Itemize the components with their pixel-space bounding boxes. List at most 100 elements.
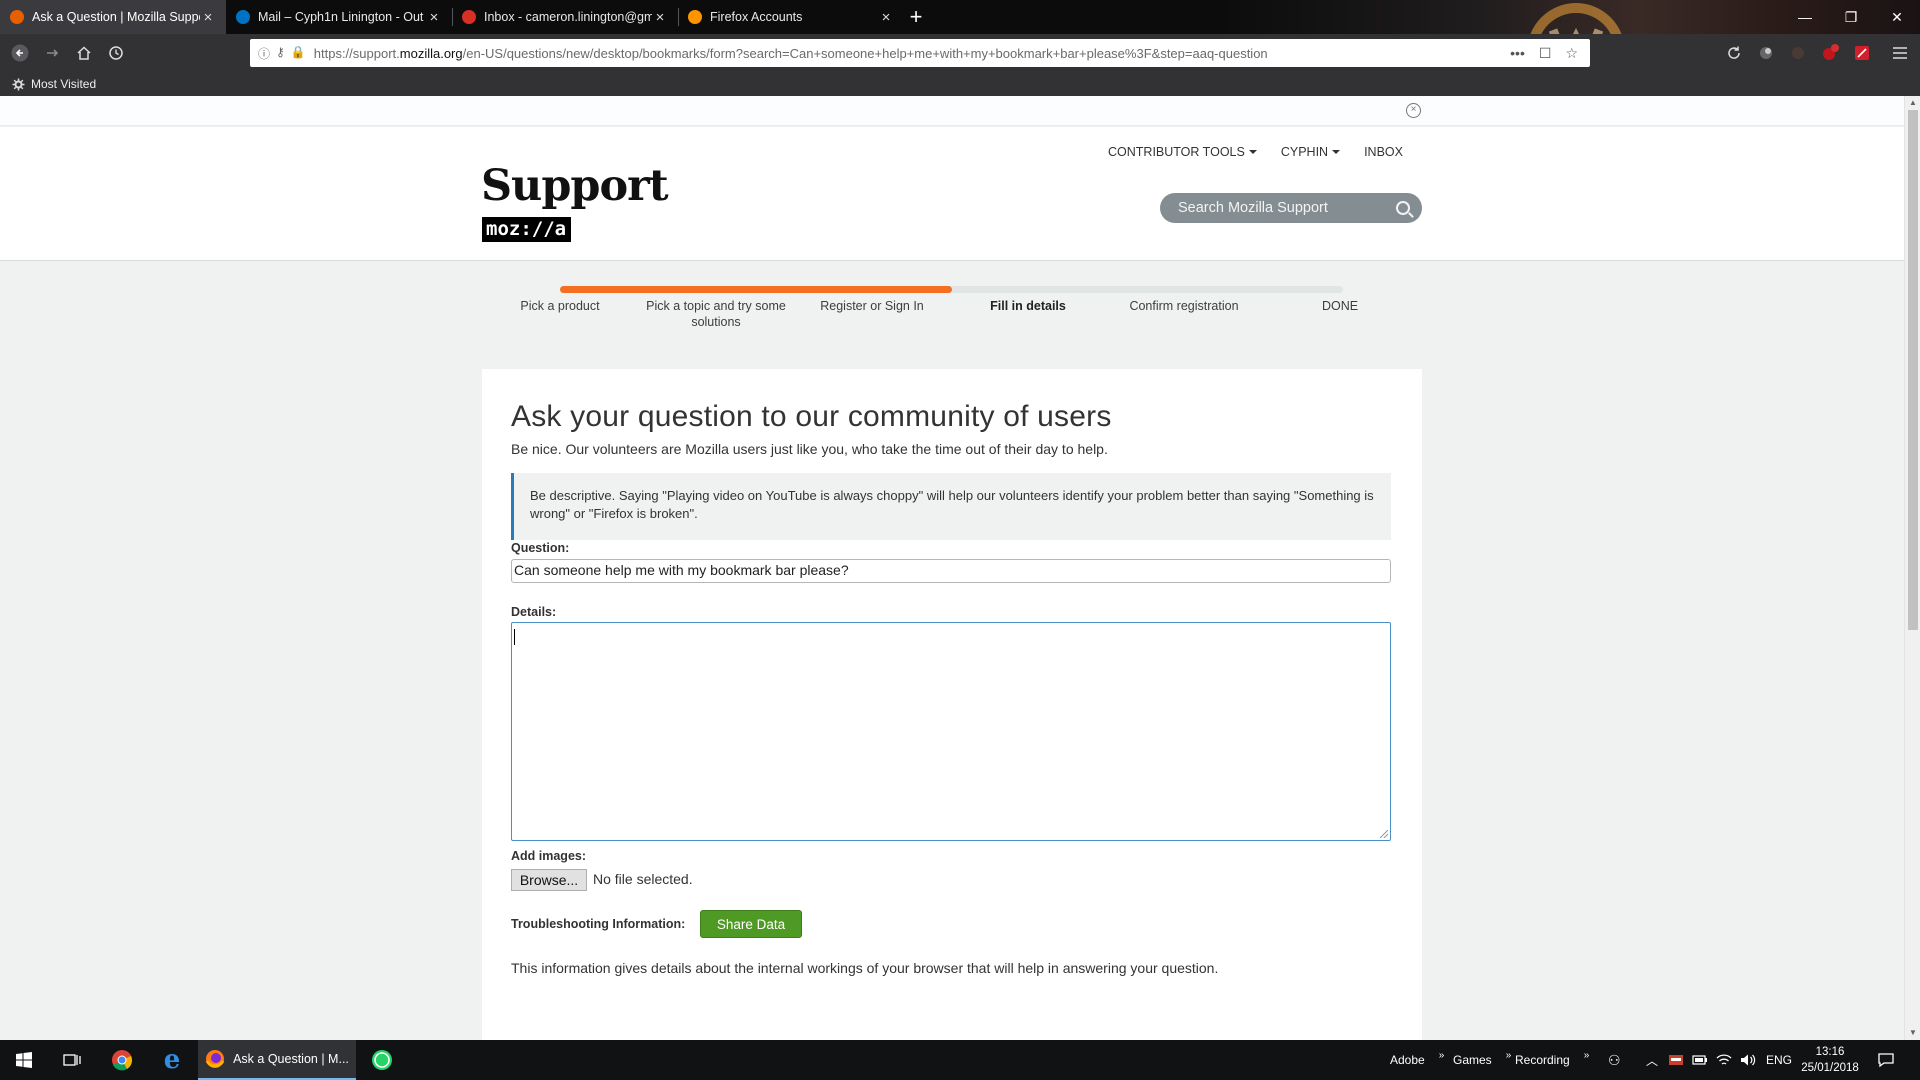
battery-icon[interactable] — [1692, 1040, 1708, 1080]
user-menu[interactable]: CYPHIN — [1281, 145, 1340, 159]
close-window-button[interactable]: ✕ — [1874, 0, 1920, 34]
restore-button[interactable]: ❐ — [1828, 0, 1874, 34]
volume-icon[interactable] — [1740, 1040, 1756, 1080]
input-language[interactable]: ENG — [1766, 1040, 1792, 1080]
taskbar-window-title: Ask a Question | M... — [233, 1052, 349, 1066]
search-icon[interactable] — [1396, 201, 1410, 215]
task-view-icon[interactable] — [52, 1040, 92, 1080]
people-icon[interactable]: ⚇ — [1608, 1040, 1621, 1080]
taskbar-firefox-window[interactable]: Ask a Question | M... — [198, 1040, 356, 1080]
scroll-down-icon[interactable]: ▼ — [1905, 1026, 1920, 1040]
progress-step: Register or Sign In — [820, 299, 924, 313]
whatsapp-icon[interactable] — [362, 1040, 402, 1080]
tab-close-icon[interactable]: × — [652, 9, 668, 26]
mozilla-logo[interactable]: moz://a — [482, 217, 572, 242]
tab-close-icon[interactable]: × — [426, 9, 442, 26]
url-text[interactable]: https://support.mozilla.org/en-US/questi… — [314, 46, 1510, 61]
bookmarks-toolbar: Most Visited — [0, 72, 1920, 96]
bookmark-star-icon[interactable]: ☆ — [1565, 45, 1578, 62]
secure-lock-icon: 🔒 — [290, 44, 306, 59]
question-form-card: Ask your question to our community of us… — [482, 369, 1422, 1040]
tab-title: Ask a Question | Mozilla Suppo — [32, 10, 200, 24]
show-hidden-icons-icon[interactable]: ︿ — [1646, 1040, 1658, 1080]
progress-step: Pick a topic and try some solutions — [646, 299, 786, 329]
tray-app-icon[interactable] — [1668, 1040, 1684, 1080]
extension-icon[interactable] — [1752, 40, 1780, 66]
close-notice-icon[interactable]: × — [1406, 103, 1421, 118]
tab-close-icon[interactable]: × — [878, 9, 894, 26]
scroll-up-icon[interactable]: ▲ — [1905, 96, 1920, 110]
chevron-right-icon: » — [1438, 1049, 1445, 1061]
browser-tab[interactable]: Ask a Question | Mozilla Suppo × — [0, 0, 226, 34]
tray-adobe[interactable]: Adobe » — [1390, 1040, 1444, 1080]
browser-tab[interactable]: Mail – Cyph1n Linington - Out × — [226, 0, 452, 34]
edge-icon[interactable]: e — [152, 1040, 192, 1080]
most-visited-label: Most Visited — [31, 77, 97, 91]
tray-recording[interactable]: Recording » — [1515, 1040, 1589, 1080]
gear-icon — [12, 78, 25, 90]
action-center-icon[interactable] — [1878, 1040, 1894, 1080]
tab-separator — [452, 8, 453, 26]
tray-adobe-label: Adobe — [1390, 1053, 1425, 1067]
reload-icon[interactable] — [1720, 40, 1748, 66]
most-visited-bookmark[interactable]: Most Visited — [12, 77, 96, 91]
chrome-icon[interactable] — [102, 1040, 142, 1080]
pocket-icon[interactable]: ☐ — [1539, 45, 1552, 62]
scroll-thumb[interactable] — [1908, 110, 1918, 630]
chevron-right-icon: » — [1505, 1049, 1512, 1061]
support-logo[interactable]: Support — [481, 161, 669, 211]
chevron-right-icon: » — [1583, 1049, 1590, 1061]
back-arrow-icon[interactable] — [6, 40, 34, 66]
progress-step: Pick a product — [520, 299, 600, 313]
resize-grip-icon[interactable] — [1380, 830, 1388, 838]
share-data-button[interactable]: Share Data — [700, 910, 802, 938]
browser-tab[interactable]: Firefox Accounts × — [678, 0, 904, 34]
tab-favicon-icon — [462, 10, 476, 24]
url-path: /en-US/questions/new/desktop/bookmarks/f… — [462, 45, 1268, 61]
page-info-icon[interactable]: ⓘ — [258, 45, 270, 62]
troubleshooting-info-text: This information gives details about the… — [511, 960, 1219, 976]
history-clock-icon[interactable] — [102, 40, 130, 66]
browser-tab[interactable]: Inbox - cameron.linington@gm × — [452, 0, 678, 34]
address-bar[interactable]: ⓘ ⚷ 🔒 https://support.mozilla.org/en-US/… — [250, 39, 1590, 67]
firefox-icon — [205, 1050, 225, 1068]
adblock-icon[interactable] — [1816, 40, 1844, 66]
clock-time: 13:16 — [1815, 1046, 1845, 1058]
hamburger-menu-icon[interactable] — [1886, 40, 1914, 66]
forward-arrow-icon[interactable] — [38, 40, 66, 66]
permissions-key-icon[interactable]: ⚷ — [276, 45, 285, 62]
form-heading: Ask your question to our community of us… — [511, 400, 1112, 433]
contributor-tools-menu[interactable]: CONTRIBUTOR TOOLS — [1108, 145, 1257, 159]
form-subtitle: Be nice. Our volunteers are Mozilla user… — [511, 441, 1108, 457]
tab-favicon-icon — [688, 10, 702, 24]
clock-date: 25/01/2018 — [1801, 1062, 1859, 1074]
page-scrollbar[interactable]: ▲ ▼ — [1904, 96, 1920, 1040]
url-domain: mozilla.org — [399, 45, 463, 61]
home-icon[interactable] — [70, 40, 98, 66]
wifi-icon[interactable] — [1716, 1040, 1732, 1080]
windows-taskbar: e Ask a Question | M... Adobe » Games » Re… — [0, 1040, 1920, 1080]
progress-step: DONE — [1321, 299, 1359, 313]
windows-start-icon[interactable] — [4, 1040, 44, 1080]
tab-separator — [678, 8, 679, 26]
browse-file-button[interactable]: Browse... — [511, 869, 587, 891]
tab-favicon-icon — [236, 10, 250, 24]
troubleshooting-label: Troubleshooting Information: — [511, 917, 686, 931]
question-input[interactable]: Can someone help me with my bookmark bar… — [511, 559, 1391, 583]
inbox-link[interactable]: INBOX — [1364, 145, 1403, 159]
page-actions-icon[interactable]: ••• — [1510, 45, 1525, 62]
password-manager-icon[interactable] — [1848, 40, 1876, 66]
new-tab-button[interactable]: + — [900, 0, 932, 34]
tab-close-icon[interactable]: × — [200, 9, 216, 26]
tray-games-label: Games — [1453, 1053, 1492, 1067]
system-clock[interactable]: 13:16 25/01/2018 — [1800, 1044, 1860, 1076]
progress-fill — [560, 286, 952, 293]
tray-games[interactable]: Games » — [1453, 1040, 1511, 1080]
extension-dim-icon[interactable] — [1784, 40, 1812, 66]
site-header: CONTRIBUTOR TOOLS CYPHIN INBOX Support m… — [0, 127, 1904, 261]
minimize-button[interactable]: — — [1782, 0, 1828, 34]
site-search-input[interactable]: Search Mozilla Support — [1160, 193, 1422, 223]
progress-track — [560, 286, 1343, 293]
text-cursor — [514, 629, 515, 645]
details-textarea[interactable] — [511, 622, 1391, 841]
